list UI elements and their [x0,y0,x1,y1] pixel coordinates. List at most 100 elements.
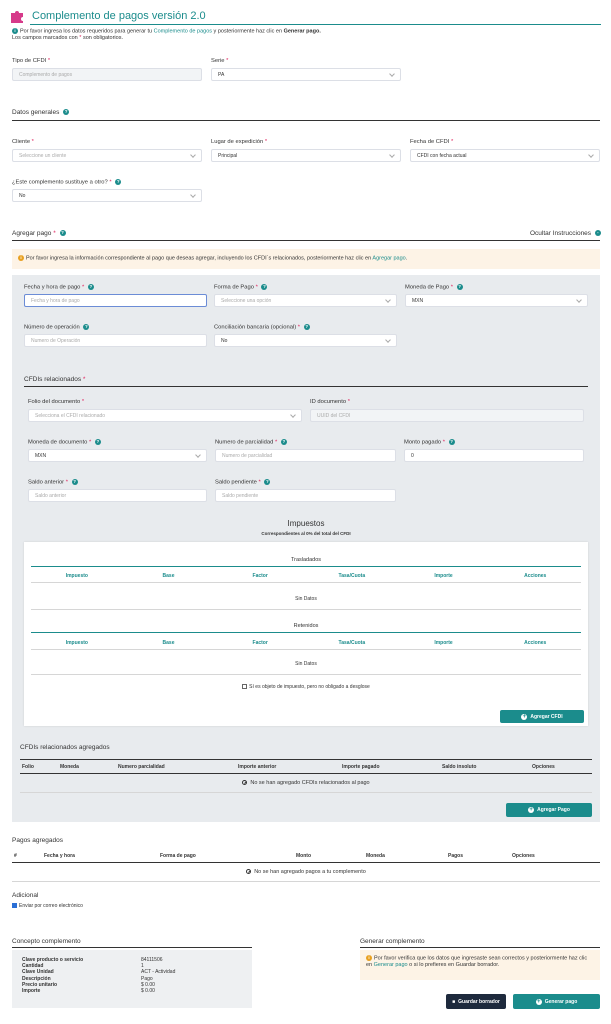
ban-icon [246,869,252,875]
col-parcialidad: Numero parcialidad [118,764,165,770]
divider [12,862,600,863]
impuestos-title: Impuestos [287,519,325,528]
lugar-select[interactable]: Principal [211,149,401,162]
col-importe: Importe [434,573,453,579]
adicional-title: Adicional [12,892,39,899]
divider [20,759,592,760]
folio-select[interactable]: Selecciona el CFDI relacionado [28,409,302,422]
col-base: Base [162,573,175,579]
objeto-impuesto-checkbox[interactable] [242,684,248,690]
conciliacion-select[interactable]: No [214,334,397,347]
help-icon[interactable]: ? [71,479,78,485]
enviar-correo-option[interactable]: Enviar por correo electrónico [12,903,83,909]
col-opciones: Opciones [512,853,535,859]
impuestos-box [24,542,588,726]
concepto-values: 84111506 1 ACT - Actividad Pago $ 0.00 $… [141,957,175,994]
sustituye-label: ¿Este complemento sustituye a otro? * ? [12,179,122,186]
help-icon[interactable]: ? [261,284,268,290]
help-icon[interactable]: ? [280,439,287,445]
agregar-pago-notice: i Por favor ingresa la información corres… [12,249,600,269]
enviar-correo-checkbox[interactable] [12,903,17,909]
col-pagos: Pagos [448,853,464,859]
guardar-borrador-button[interactable]: ■ Guardar borrador [446,994,506,1009]
concepto-title: Concepto complemento [12,938,81,945]
help-icon[interactable]: ? [448,439,455,445]
fecha-hora-input[interactable]: Fecha y hora de pago [24,294,207,307]
help-icon[interactable]: ? [87,284,94,290]
cliente-label: Cliente * [12,139,34,145]
concepto-value: $ 0.00 [141,988,155,995]
retenidos-empty: Sin Datos [295,661,317,667]
page-title: Complemento de pagos versión 2.0 [32,10,206,22]
agregar-pago-button[interactable]: + Agregar Pago [506,803,592,817]
help-icon[interactable]: ? [264,479,271,485]
chevron-down-icon [389,70,395,77]
save-icon: ■ [452,998,456,1005]
divider [31,609,581,610]
forma-pago-select[interactable]: Seleccione una opción [214,294,397,307]
divider [20,773,592,774]
serie-select[interactable]: PA [211,68,401,81]
intro-link[interactable]: Complemento de pagos [154,28,212,34]
help-icon[interactable]: ? [303,324,310,330]
num-operacion-input[interactable]: Numero de Operación [24,334,207,347]
saldo-anterior-input[interactable]: Saldo anterior [28,489,207,502]
divider [31,566,581,567]
col-opciones: Opciones [532,764,555,770]
trasladados-title: Trasladados [290,557,322,563]
help-icon[interactable]: ? [83,324,90,330]
divider [31,582,581,583]
col-importe: Importe [434,640,453,646]
col-monto: Monto [296,853,311,859]
num-operacion-label: Número de operación ? [24,324,90,331]
parcialidad-input[interactable]: Numero de parcialidad [215,449,396,462]
help-icon[interactable]: ? [63,109,70,116]
col-folio: Folio [22,764,34,770]
moneda-pago-select[interactable]: MXN [405,294,588,307]
sustituye-select[interactable]: No [12,189,202,202]
help-icon[interactable]: ? [94,439,101,445]
help-icon[interactable]: ? [115,179,122,185]
col-saldo-insoluto: Saldo insoluto [442,764,477,770]
divider [31,632,581,633]
forma-pago-label: Forma de Pago * ? [214,284,268,291]
monto-pagado-input[interactable]: 0 [404,449,584,462]
tipo-cfdi-label: Tipo de CFDI * [12,58,51,64]
help-icon[interactable]: ? [59,230,66,237]
col-fecha-hora: Fecha y hora [44,853,75,859]
pagos-header: # Fecha y hora Forma de pago Monto Moned… [12,853,600,861]
warning-icon: i [366,955,372,961]
puzzle-logo-icon [10,9,26,23]
agregar-pago-link[interactable]: Agregar pago [372,255,405,261]
chevron-down-icon [588,151,594,158]
col-factor: Factor [252,640,268,646]
chevron-down-icon [576,296,582,303]
ocultar-instrucciones-link[interactable]: Ocultar Instrucciones - [530,230,601,237]
cfdis-agregados-title: CFDIs relacionados agregados [20,744,110,751]
plus-icon: + [535,998,542,1005]
col-impuesto: Impuesto [65,640,88,646]
agregar-pago-title: Agregar pago * ? [12,230,66,237]
generar-pago-button[interactable]: + Generar pago [513,994,600,1009]
datos-generales-title: Datos generales ? [12,109,70,116]
divider [20,792,592,793]
fecha-cfdi-select[interactable]: CFDI con fecha actual [410,149,600,162]
moneda-doc-label: Moneda de documento * ? [28,439,101,446]
moneda-doc-select[interactable]: MXN [28,449,207,462]
toggle-icon: - [594,230,601,237]
agregar-cfdi-button[interactable]: + Agregar CFDI [500,710,584,723]
objeto-impuesto-option[interactable]: Sí es objeto de impuesto, pero no obliga… [31,684,581,690]
divider [12,947,252,948]
help-icon[interactable]: ? [456,284,463,290]
divider [12,120,600,121]
divider [12,240,600,241]
monto-pagado-label: Monto pagado * ? [404,439,455,446]
moneda-pago-label: Moneda de Pago * ? [405,284,463,291]
saldo-pendiente-input[interactable]: Saldo pendiente [215,489,396,502]
col-tasa: Tasa/Cuota [338,640,366,646]
title-divider [30,24,601,25]
col-moneda: Moneda [60,764,79,770]
cliente-select[interactable]: Seleccione un cliente [12,149,202,162]
generar-pago-link[interactable]: Generar pago [374,962,408,968]
id-documento-label: ID documento * [310,399,350,405]
